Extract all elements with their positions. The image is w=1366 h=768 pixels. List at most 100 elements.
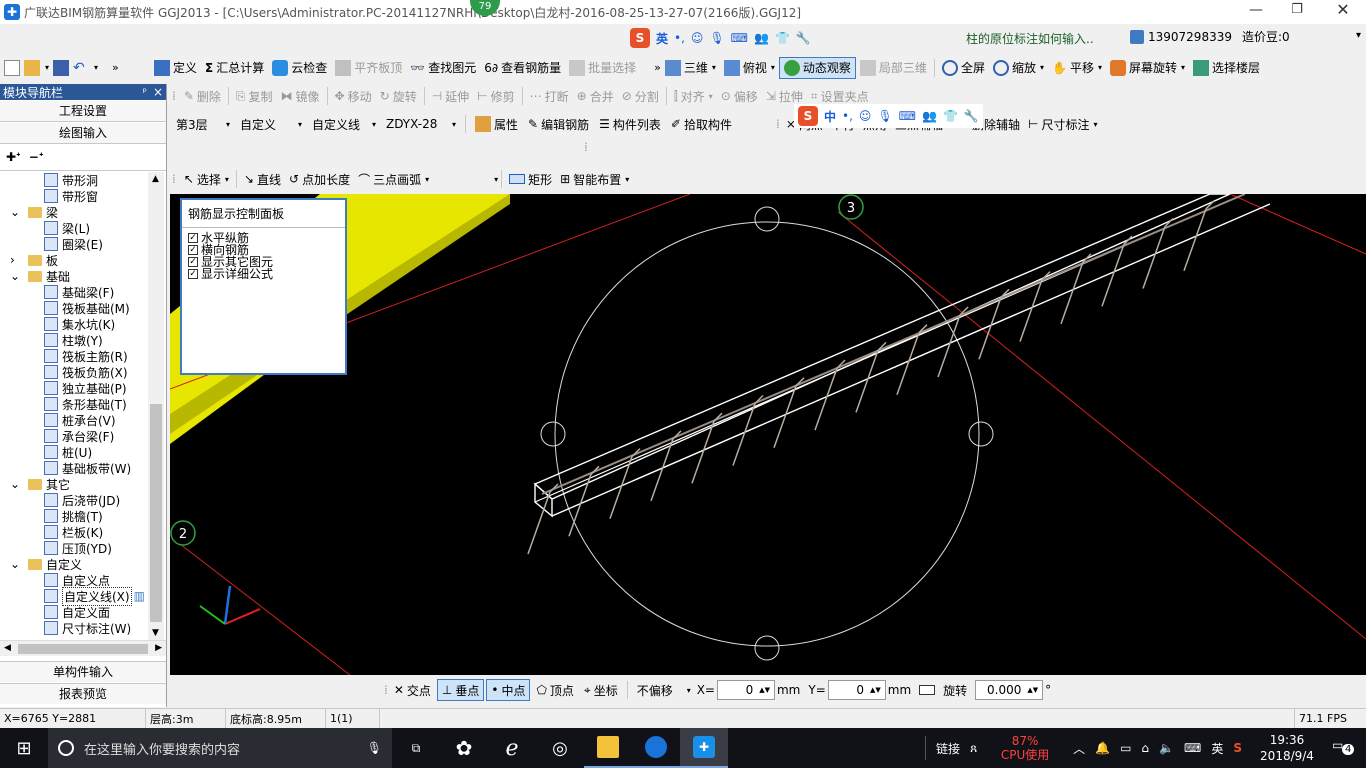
keyboard-icon[interactable]: ⌨ [731,31,748,45]
define-button[interactable]: 定义 [150,57,201,79]
microphone-icon[interactable]: 🎙 [367,741,382,755]
help-question-link[interactable]: 柱的原位标注如何输入.. [966,30,1094,47]
tree-group[interactable]: ⌄ 其它 [10,476,70,492]
top-view-button[interactable]: 俯视 ▾ [720,57,779,79]
close-button[interactable]: ✕ [1328,0,1358,22]
collapse-all-icon[interactable]: −ᐩ [29,150,44,164]
sogou-tray-icon[interactable]: S [1233,741,1242,755]
edit-rebar-button[interactable]: ✎ 编辑钢筋 [524,113,593,135]
punct-icon[interactable]: •, [674,31,685,45]
rectangle-button[interactable]: 矩形 [505,168,556,190]
nav-close-icon[interactable]: × [153,85,163,99]
tree-leaf[interactable]: 自定义面 [44,604,110,620]
network-icon[interactable]: ⌂ [1141,741,1149,755]
3d-viewport[interactable]: 3 2 钢筋显示控制面板 ✓ 水平纵筋 ✓ 横向钢筋 ✓ 显示其它图元 ✓ 显示详细公式 [170,194,1366,675]
punct-icon-2[interactable]: •, [842,109,853,123]
tree-leaf[interactable]: 尺寸标注(W) [44,620,131,636]
mic-icon[interactable]: 🎙 [709,31,724,45]
minimize-button[interactable]: — [1236,2,1276,22]
tree-scrollbar[interactable]: ▲ ▼ [148,172,164,640]
battery-icon[interactable]: ▭ [1120,741,1131,755]
scroll-down-icon[interactable]: ▼ [152,628,159,638]
account[interactable]: 13907298339 造价豆:0 [1130,28,1290,45]
keyboard-icon-2[interactable]: ⌨ [899,109,916,123]
align-button[interactable]: ⫿ 对齐 ▾ [670,85,717,107]
tree-leaf[interactable]: 自定义线(X) ▥ [44,586,145,606]
extend-button[interactable]: ⊣ 延伸 [428,85,473,107]
batch-select-button[interactable]: 批量选择 [565,57,640,79]
tree-collapse-icon[interactable]: ⌄ [10,557,22,571]
pin-icon[interactable]: ᵖ [143,87,147,98]
tree-leaf[interactable]: 圈梁(E) [44,236,103,252]
overflow-icon-2[interactable]: » [654,61,661,74]
point-length-button[interactable]: ↺ 点加长度 [285,168,354,190]
orbit-handle-right[interactable] [968,421,994,447]
tree-leaf[interactable]: 筏板主筋(R) [44,348,128,364]
snap-midpoint[interactable]: • 中点 [486,679,531,701]
nav-section-project-settings[interactable]: 工程设置 [0,101,166,122]
tree-leaf[interactable]: 后浇带(JD) [44,492,120,508]
local-3d-button[interactable]: 局部三维 [856,57,931,79]
tree-leaf[interactable]: 集水坑(K) [44,316,115,332]
ime-toolbar[interactable]: S 英 •, ☺ 🎙 ⌨ 👥 👕 🔧 [630,28,811,48]
nav-section-drawing-input[interactable]: 绘图输入 [0,123,166,144]
hscroll-thumb[interactable] [18,644,148,654]
smart-layout-button[interactable]: ⊞ 智能布置 ▾ [556,168,633,190]
option-show-formula[interactable]: ✓ 显示详细公式 [188,268,339,280]
snap-coordinate[interactable]: ⌖ 坐标 [580,679,622,701]
nav-section-single-input[interactable]: 单构件输入 [0,661,166,682]
scroll-up-icon[interactable]: ▲ [152,174,159,184]
tree-leaf[interactable]: 柱墩(Y) [44,332,103,348]
grid-view-icon[interactable]: ▥ [134,589,145,603]
action-center[interactable]: ▭ 4 [1332,738,1358,758]
fullscreen-button[interactable]: 全屏 [938,57,989,79]
summary-calc-button[interactable]: Σ 汇总计算 [201,57,268,79]
component-list-button[interactable]: ☰ 构件列表 [595,113,665,135]
select-button[interactable]: ↖ 选择 ▾ [180,168,233,190]
tree-leaf[interactable]: 带形窗 [44,188,98,204]
split-button[interactable]: ⊘ 分割 [618,85,663,107]
move-button[interactable]: ✥ 移动 [331,85,376,107]
tree-leaf[interactable]: 基础板带(W) [44,460,131,476]
tree-hscrollbar[interactable]: ◀ ▶ [0,640,166,656]
tray-bell-icon[interactable]: 🔔 [1095,741,1110,755]
offset-button[interactable]: ⊙ 偏移 [717,85,762,107]
tree-group[interactable]: ⌄ 自定义 [10,556,82,572]
orbit-handle-top[interactable] [754,206,780,232]
tree-expand-icon[interactable]: › [10,253,22,267]
expand-all-icon[interactable]: ✚ᐩ [6,150,21,164]
snap-perpendicular[interactable]: ⊥ 垂点 [436,679,485,701]
type-select[interactable]: 自定义线 ▾ [308,116,380,133]
trim-button[interactable]: ⊢ 修剪 [473,85,518,107]
tree-collapse-icon[interactable]: ⌄ [10,477,22,491]
rotate-button[interactable]: ↻ 旋转 [376,85,421,107]
tree-expand-collapse[interactable]: ✚ᐩ −ᐩ [6,150,44,164]
tree-group[interactable]: › 板 [10,252,58,268]
open-folder-icon[interactable] [24,59,40,76]
scroll-thumb[interactable] [150,404,162,622]
tree-leaf[interactable]: 栏板(K) [44,524,103,540]
tree-group[interactable]: ⌄ 基础 [10,268,70,284]
lang-indicator[interactable]: 英 [1211,740,1223,757]
offset-select[interactable]: 不偏移 ▾ [633,682,695,699]
tray-chevron-icon[interactable]: ︿ [1073,740,1085,757]
overflow-icon[interactable]: » [112,61,119,74]
nav-section-report-preview[interactable]: 报表预览 [0,683,166,704]
user-icon-2[interactable]: 👥 [922,109,937,123]
pan-button[interactable]: ✋ 平移 ▾ [1048,57,1106,79]
tree-leaf[interactable]: 挑檐(T) [44,508,103,524]
copy-button[interactable]: ⎘ 复制 [232,85,277,107]
three-point-arc-button[interactable]: ⌒ 三点画弧 ▾ [354,168,433,190]
merge-button[interactable]: ⊕ 合并 [573,85,618,107]
restore-button[interactable]: ❐ [1282,2,1312,22]
start-button[interactable]: ⊞ [0,728,48,768]
select-floor-button[interactable]: 选择楼层 [1189,57,1264,79]
mirror-button[interactable]: ⧓ 镜像 [277,85,324,107]
tree-leaf[interactable]: 独立基础(P) [44,380,127,396]
save-icon[interactable] [53,59,70,76]
menu-chevron-icon[interactable]: ▾ [1356,30,1361,41]
tree-leaf[interactable]: 筏板负筋(X) [44,364,128,380]
cpu-meter[interactable]: 87% CPU使用 [987,734,1063,762]
screen-rotate-button[interactable]: 屏幕旋转 ▾ [1106,57,1189,79]
orbit-button[interactable]: 动态观察 [778,56,856,79]
